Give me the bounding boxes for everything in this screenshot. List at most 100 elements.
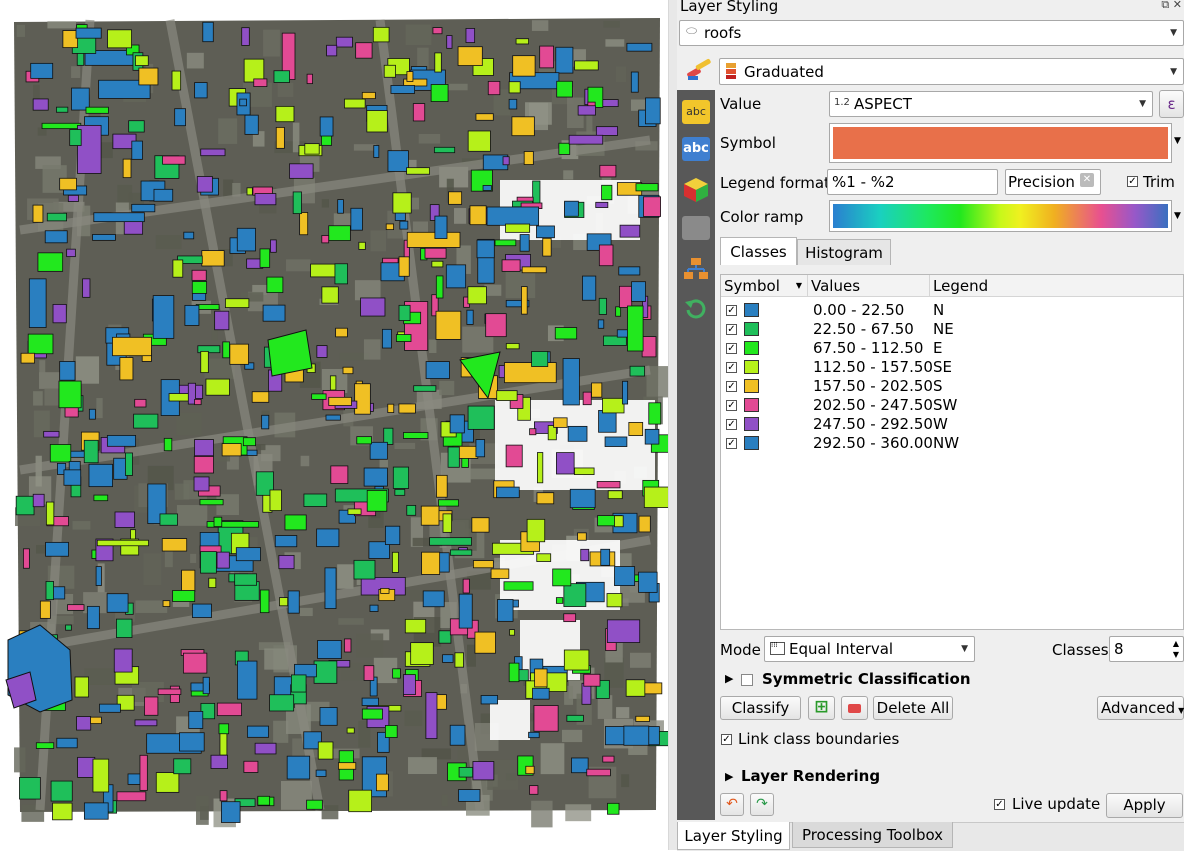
roof-polygon: [387, 403, 395, 413]
roof-polygon: [432, 27, 443, 35]
class-visible-checkbox[interactable]: ✓: [726, 400, 737, 411]
classes-spinbox[interactable]: 8 ▲ ▼: [1109, 636, 1184, 662]
tab-classes[interactable]: Classes: [720, 237, 797, 265]
class-value-range[interactable]: 112.50 - 157.50: [813, 358, 933, 377]
class-visible-checkbox[interactable]: ✓: [726, 419, 737, 430]
class-symbol-swatch[interactable]: [744, 379, 759, 393]
chevron-down-icon[interactable]: ▼: [1174, 136, 1181, 146]
classes-table[interactable]: Symbol ▼ Values Legend ✓ 0.00 - 22.50 N ✓ 22…: [720, 274, 1184, 630]
symmetric-checkbox[interactable]: [741, 674, 753, 686]
mode-selector[interactable]: ⁞⁞⁞ Equal Interval ▼: [764, 636, 975, 662]
3d-cube-icon[interactable]: [682, 176, 710, 202]
trim-checkbox[interactable]: ✓: [1127, 176, 1138, 187]
expand-arrow-icon[interactable]: ▶: [725, 770, 733, 783]
layer-rendering-header[interactable]: Layer Rendering: [741, 767, 880, 785]
add-class-button[interactable]: ⊞: [808, 696, 835, 720]
imagery-texture: [135, 600, 168, 613]
class-legend-label[interactable]: W: [933, 415, 948, 434]
symmetric-classification-header[interactable]: Symmetric Classification: [762, 670, 971, 688]
class-visible-checkbox[interactable]: ✓: [726, 324, 737, 335]
map-canvas[interactable]: [0, 0, 668, 850]
roof-polygon: [71, 87, 90, 111]
roof-polygon: [59, 361, 76, 381]
spin-arrows-icon[interactable]: ▲ ▼: [1173, 638, 1179, 660]
class-visible-checkbox[interactable]: ✓: [726, 305, 737, 316]
chevron-down-icon[interactable]: ▼: [1174, 211, 1181, 221]
table-row[interactable]: ✓ 0.00 - 22.50 N: [721, 301, 1181, 320]
class-symbol-swatch[interactable]: [744, 398, 759, 412]
expression-button[interactable]: ε: [1159, 90, 1184, 118]
table-row[interactable]: ✓ 22.50 - 67.50 NE: [721, 320, 1181, 339]
class-value-range[interactable]: 0.00 - 22.50: [813, 301, 904, 320]
column-header-legend[interactable]: Legend: [930, 275, 1183, 297]
table-row[interactable]: ✓ 247.50 - 292.50 W: [721, 415, 1181, 434]
class-value-range[interactable]: 22.50 - 67.50: [813, 320, 914, 339]
imagery-texture: [277, 82, 294, 97]
renderer-selector[interactable]: Graduated ▼: [719, 58, 1184, 85]
class-legend-label[interactable]: SW: [933, 396, 957, 415]
class-legend-label[interactable]: SE: [933, 358, 952, 377]
class-symbol-swatch[interactable]: [744, 303, 759, 317]
undo-button[interactable]: ↶: [720, 793, 744, 816]
roof-polygon: [82, 278, 91, 298]
link-boundaries-checkbox[interactable]: ✓: [721, 734, 732, 745]
table-row[interactable]: ✓ 67.50 - 112.50 E: [721, 339, 1181, 358]
labels-icon[interactable]: abc: [682, 100, 710, 124]
class-value-range[interactable]: 157.50 - 202.50: [813, 377, 933, 396]
column-header-values[interactable]: Values: [808, 275, 930, 297]
redo-button[interactable]: ↷: [750, 793, 774, 816]
table-row[interactable]: ✓ 292.50 - 360.00 NW: [721, 434, 1181, 453]
roof-polygon: [505, 223, 531, 233]
class-legend-label[interactable]: N: [933, 301, 944, 320]
table-row[interactable]: ✓ 112.50 - 157.50 SE: [721, 358, 1181, 377]
class-value-range[interactable]: 67.50 - 112.50: [813, 339, 923, 358]
class-legend-label[interactable]: E: [933, 339, 942, 358]
classify-button[interactable]: Classify: [720, 696, 801, 720]
value-field-selector[interactable]: 1.2 ASPECT ▼: [829, 91, 1153, 117]
history-icon[interactable]: [682, 296, 710, 320]
roof-polygon: [618, 266, 641, 276]
class-value-range[interactable]: 247.50 - 292.50: [813, 415, 933, 434]
roof-aspect-map[interactable]: [0, 0, 668, 850]
roof-polygon: [214, 310, 230, 331]
precision-spinbox[interactable]: Precision 0 ✕: [1005, 169, 1101, 195]
class-visible-checkbox[interactable]: ✓: [726, 381, 737, 392]
table-row[interactable]: ✓ 157.50 - 202.50 S: [721, 377, 1181, 396]
expand-arrow-icon[interactable]: ▶: [725, 672, 733, 685]
class-symbol-swatch[interactable]: [744, 417, 759, 431]
hierarchy-icon[interactable]: [682, 256, 710, 280]
class-symbol-swatch[interactable]: [744, 436, 759, 450]
layer-selector[interactable]: ⬭ roofs ▼: [679, 20, 1184, 46]
class-legend-label[interactable]: NW: [933, 434, 959, 453]
imagery-texture: [484, 284, 502, 296]
delete-all-button[interactable]: Delete All: [873, 696, 953, 720]
live-update-checkbox[interactable]: ✓: [994, 799, 1005, 810]
class-legend-label[interactable]: NE: [933, 320, 954, 339]
clear-icon[interactable]: ✕: [1080, 173, 1094, 187]
abc-labels-icon[interactable]: abc: [682, 137, 710, 161]
tab-processing-toolbox[interactable]: Processing Toolbox: [792, 822, 953, 848]
class-value-range[interactable]: 292.50 - 360.00: [813, 434, 933, 453]
tab-layer-styling[interactable]: Layer Styling: [677, 822, 790, 850]
class-visible-checkbox[interactable]: ✓: [726, 343, 737, 354]
class-symbol-swatch[interactable]: [744, 322, 759, 336]
class-legend-label[interactable]: S: [933, 377, 943, 396]
mask-icon[interactable]: [682, 216, 710, 240]
class-symbol-swatch[interactable]: [744, 360, 759, 374]
roof-polygon: [28, 278, 47, 328]
apply-button[interactable]: Apply: [1106, 793, 1183, 818]
column-header-symbol[interactable]: Symbol ▼: [721, 275, 808, 297]
class-value-range[interactable]: 202.50 - 247.50: [813, 396, 933, 415]
class-visible-checkbox[interactable]: ✓: [726, 362, 737, 373]
advanced-button[interactable]: Advanced ▼: [1097, 696, 1184, 720]
legend-format-input[interactable]: %1 - %2: [827, 169, 998, 195]
color-ramp-button[interactable]: [829, 200, 1172, 232]
symbol-button[interactable]: [829, 123, 1172, 163]
tab-histogram[interactable]: Histogram: [797, 239, 891, 265]
table-row[interactable]: ✓ 202.50 - 247.50 SW: [721, 396, 1181, 415]
dock-float-close-icons[interactable]: ⧉ ✕: [1161, 0, 1182, 12]
class-visible-checkbox[interactable]: ✓: [726, 438, 737, 449]
class-symbol-swatch[interactable]: [744, 341, 759, 355]
remove-class-button[interactable]: [841, 696, 868, 720]
roof-polygon: [566, 714, 584, 722]
